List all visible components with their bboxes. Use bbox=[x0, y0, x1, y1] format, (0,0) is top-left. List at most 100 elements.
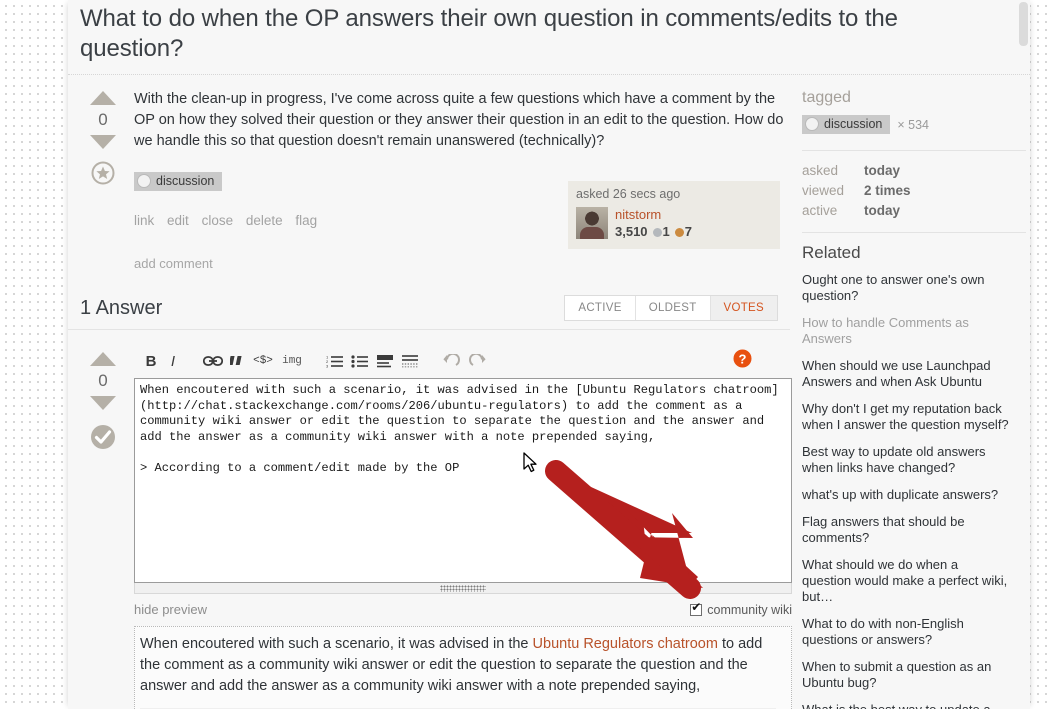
editor-wrap: B I <$> img 1 2 3 ? When encoutered with… bbox=[126, 344, 792, 709]
undo-icon[interactable] bbox=[438, 353, 464, 369]
community-wiki-checkbox-box[interactable] bbox=[690, 601, 703, 616]
related-heading: Related bbox=[802, 243, 861, 262]
question-stats: asked today viewed 2 times active today bbox=[802, 163, 1030, 218]
sidebar-tag-dot-icon bbox=[805, 117, 819, 131]
reputation-value: 3,510 bbox=[615, 224, 648, 239]
question-vote-cell: 0 bbox=[80, 83, 126, 228]
related-question-link[interactable]: What is the best way to update a questio… bbox=[802, 702, 1010, 709]
sidebar-tag-label: discussion bbox=[824, 117, 883, 131]
blockquote-icon[interactable] bbox=[226, 354, 248, 368]
related-question-link[interactable]: Best way to update old answers when link… bbox=[802, 444, 1010, 476]
svg-text:?: ? bbox=[739, 352, 747, 367]
grip-dots-icon bbox=[440, 584, 486, 592]
answer-sort-tabs: ACTIVE OLDEST VOTES bbox=[564, 295, 778, 321]
page-columns: 0 With the clean-up in progress, I've co… bbox=[68, 75, 1030, 709]
asked-timestamp: asked 26 secs ago bbox=[576, 187, 681, 201]
content-panel: What to do when the OP answers their own… bbox=[68, 0, 1030, 709]
markdown-toolbar: B I <$> img 1 2 3 ? bbox=[134, 344, 792, 378]
related-question-link[interactable]: How to handle Comments as Answers bbox=[802, 315, 1010, 347]
community-wiki-label: community wiki bbox=[707, 602, 792, 617]
stat-asked-key: asked bbox=[802, 163, 839, 178]
favorite-star-icon[interactable] bbox=[91, 161, 115, 190]
question-vote-count: 0 bbox=[98, 110, 108, 129]
main-column: 0 With the clean-up in progress, I've co… bbox=[68, 75, 792, 709]
related-question-link[interactable]: Why don't I get my reputation back when … bbox=[802, 401, 1010, 433]
silver-badge-count: 1 bbox=[662, 224, 670, 239]
related-question-link[interactable]: Flag answers that should be comments? bbox=[802, 514, 1010, 546]
stat-viewed: viewed 2 times bbox=[802, 183, 1030, 198]
horizontal-rule-icon[interactable] bbox=[397, 354, 422, 368]
answer-vote-cell: 0 bbox=[80, 344, 126, 709]
textarea-resize-grip[interactable] bbox=[134, 583, 792, 594]
answer-upvote-icon[interactable] bbox=[90, 352, 116, 366]
question-body-text: With the clean-up in progress, I've come… bbox=[134, 91, 784, 149]
silver-badge-icon bbox=[652, 228, 662, 237]
question-header: What to do when the OP answers their own… bbox=[68, 0, 1030, 75]
related-questions-list: Ought one to answer one's own question? H… bbox=[802, 272, 1030, 709]
avatar[interactable] bbox=[576, 207, 608, 239]
answer-editor-row: 0 B I <$> img 1 2 3 ? When encoutered wi… bbox=[68, 330, 792, 709]
action-flag[interactable]: flag bbox=[295, 213, 317, 228]
stat-asked-value: today bbox=[864, 163, 901, 178]
svg-text:3: 3 bbox=[326, 364, 329, 369]
stat-active: active today bbox=[802, 203, 1030, 218]
sidebar-divider-2 bbox=[802, 232, 1026, 233]
answer-vote-count: 0 bbox=[98, 371, 108, 390]
question-user-card: asked 26 secs ago nitstorm 3,510 1 7 bbox=[568, 181, 780, 249]
related-question-link[interactable]: What to do with non-English questions or… bbox=[802, 616, 1010, 648]
heading-icon[interactable] bbox=[372, 354, 397, 368]
answer-preview: When encoutered with such a scenario, it… bbox=[134, 626, 792, 709]
action-delete[interactable]: delete bbox=[246, 213, 283, 228]
related-question-link[interactable]: Ought one to answer one's own question? bbox=[802, 272, 1010, 304]
sidebar-tag-row: discussion × 534 bbox=[802, 115, 1030, 134]
related-question-link[interactable]: When should we use Launchpad Answers and… bbox=[802, 358, 1010, 390]
stat-active-key: active bbox=[802, 203, 838, 218]
editor-help-icon[interactable]: ? bbox=[733, 349, 752, 373]
stat-active-value: today bbox=[864, 203, 901, 218]
bulleted-list-icon[interactable] bbox=[347, 354, 372, 368]
accept-answer-check-icon[interactable] bbox=[90, 424, 116, 455]
action-link[interactable]: link bbox=[134, 213, 154, 228]
stat-viewed-value: 2 times bbox=[864, 183, 911, 198]
tag-discussion[interactable]: discussion bbox=[134, 172, 223, 191]
redo-icon[interactable] bbox=[464, 353, 490, 369]
user-row: nitstorm 3,510 1 7 bbox=[576, 207, 772, 239]
answer-downvote-icon[interactable] bbox=[90, 396, 116, 410]
page-scrollbar[interactable] bbox=[1016, 0, 1030, 709]
hide-preview-link[interactable]: hide preview bbox=[134, 602, 207, 617]
sidebar-divider-1 bbox=[802, 150, 1026, 151]
tab-active[interactable]: ACTIVE bbox=[565, 296, 636, 320]
user-details: nitstorm 3,510 1 7 bbox=[615, 207, 692, 239]
tag-label: discussion bbox=[156, 174, 215, 188]
upvote-icon[interactable] bbox=[90, 91, 116, 105]
sidebar: tagged discussion × 534 asked today view… bbox=[790, 75, 1030, 709]
bronze-badge-count: 7 bbox=[684, 224, 693, 239]
preview-link[interactable]: Ubuntu Regulators chatroom bbox=[533, 636, 718, 652]
stat-viewed-key: viewed bbox=[802, 183, 845, 198]
user-name[interactable]: nitstorm bbox=[615, 207, 692, 222]
page-scrollbar-thumb[interactable] bbox=[1019, 2, 1028, 46]
bold-icon[interactable]: B bbox=[140, 353, 162, 370]
community-wiki-checkbox[interactable]: community wiki bbox=[690, 601, 792, 617]
downvote-icon[interactable] bbox=[90, 135, 116, 149]
link-icon[interactable] bbox=[200, 354, 226, 368]
action-close[interactable]: close bbox=[202, 213, 234, 228]
editor-footer: hide preview community wiki bbox=[134, 594, 792, 618]
image-icon[interactable]: img bbox=[278, 355, 306, 367]
answer-count-heading: 1 Answer bbox=[80, 296, 163, 319]
italic-icon[interactable]: I bbox=[162, 353, 184, 370]
page-title: What to do when the OP answers their own… bbox=[80, 5, 898, 62]
related-question-link[interactable]: What should we do when a question would … bbox=[802, 557, 1010, 605]
answer-markdown-input[interactable] bbox=[134, 378, 792, 583]
sidebar-tag-discussion[interactable]: discussion bbox=[802, 115, 891, 134]
tab-votes[interactable]: VOTES bbox=[710, 296, 777, 320]
action-edit[interactable]: edit bbox=[167, 213, 189, 228]
bronze-badge-icon bbox=[674, 228, 684, 237]
code-icon[interactable]: <$> bbox=[248, 355, 278, 367]
related-question-link[interactable]: When to submit a question as an Ubuntu b… bbox=[802, 659, 1010, 691]
tab-oldest[interactable]: OLDEST bbox=[636, 296, 711, 320]
related-question-link[interactable]: what's up with duplicate answers? bbox=[802, 487, 1010, 503]
numbered-list-icon[interactable]: 1 2 3 bbox=[322, 354, 347, 368]
preview-text-before: When encoutered with such a scenario, it… bbox=[140, 636, 533, 652]
sidebar-tag-count: × 534 bbox=[897, 117, 930, 132]
